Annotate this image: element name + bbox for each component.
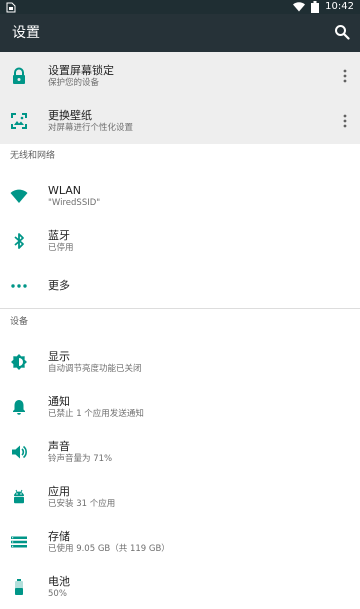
item-subtitle: 已禁止 1 个应用发送通知 xyxy=(48,409,144,419)
item-title: 更多 xyxy=(48,279,70,292)
settings-item-battery[interactable]: 电池 50% xyxy=(0,565,360,609)
item-title: 更换壁纸 xyxy=(48,109,92,122)
item-title: WLAN xyxy=(48,184,82,197)
status-icons: 10:42 xyxy=(293,0,354,14)
item-subtitle: 对屏幕进行个性化设置 xyxy=(48,123,134,133)
more-horiz-icon xyxy=(11,284,27,288)
item-subtitle: 自动调节亮度功能已关闭 xyxy=(48,364,142,374)
overflow-icon[interactable] xyxy=(342,68,348,84)
battery-status-icon xyxy=(311,1,320,13)
suggestion-wallpaper[interactable]: 更换壁纸 对屏幕进行个性化设置 xyxy=(0,99,360,143)
battery-icon xyxy=(15,579,23,595)
section-divider xyxy=(0,308,360,309)
bluetooth-icon xyxy=(14,233,24,249)
settings-item-storage[interactable]: 存储 已使用 9.05 GB（共 119 GB） xyxy=(0,520,360,564)
item-subtitle: 已使用 9.05 GB（共 119 GB） xyxy=(48,544,170,554)
item-subtitle: 已安装 31 个应用 xyxy=(48,499,116,509)
status-time: 10:42 xyxy=(325,1,354,12)
item-subtitle: 保护您的设备 xyxy=(48,78,100,88)
settings-item-notifications[interactable]: 通知 已禁止 1 个应用发送通知 xyxy=(0,385,360,429)
section-header-wireless: 无线和网络 xyxy=(10,151,56,161)
storage-icon xyxy=(11,536,27,548)
item-title: 应用 xyxy=(48,485,70,498)
android-icon xyxy=(14,489,24,504)
item-title: 声音 xyxy=(48,440,70,453)
lock-icon xyxy=(13,67,25,84)
notification-icon xyxy=(13,400,25,415)
item-title: 设置屏幕锁定 xyxy=(48,64,114,77)
status-bar: 10:42 xyxy=(0,0,360,14)
section-header-device: 设备 xyxy=(10,317,29,327)
app-bar: 设置 xyxy=(0,14,360,52)
page-title: 设置 xyxy=(12,25,40,41)
item-subtitle: 50% xyxy=(48,589,67,599)
settings-item-apps[interactable]: 应用 已安装 31 个应用 xyxy=(0,475,360,519)
item-title: 通知 xyxy=(48,395,70,408)
item-subtitle: 已停用 xyxy=(48,243,74,253)
item-title: 电池 xyxy=(48,575,70,588)
settings-item-display[interactable]: 显示 自动调节亮度功能已关闭 xyxy=(0,340,360,384)
wallpaper-icon xyxy=(11,113,27,129)
item-title: 存储 xyxy=(48,530,70,543)
settings-item-bluetooth[interactable]: 蓝牙 已停用 xyxy=(0,219,360,263)
brightness-icon xyxy=(11,354,27,370)
wifi-status-icon xyxy=(293,2,306,12)
settings-item-sound[interactable]: 声音 铃声音量为 71% xyxy=(0,430,360,474)
settings-item-wlan[interactable]: WLAN "WiredSSID" xyxy=(0,174,360,218)
overflow-icon[interactable] xyxy=(342,113,348,129)
item-subtitle: 铃声音量为 71% xyxy=(48,454,113,464)
item-subtitle: "WiredSSID" xyxy=(48,198,101,208)
suggestion-screen-lock[interactable]: 设置屏幕锁定 保护您的设备 xyxy=(0,54,360,98)
volume-icon xyxy=(12,445,27,459)
settings-item-more[interactable]: 更多 xyxy=(0,264,360,308)
search-icon[interactable] xyxy=(334,24,350,40)
item-title: 显示 xyxy=(48,350,70,363)
wifi-icon xyxy=(10,189,28,203)
item-title: 蓝牙 xyxy=(48,229,70,242)
